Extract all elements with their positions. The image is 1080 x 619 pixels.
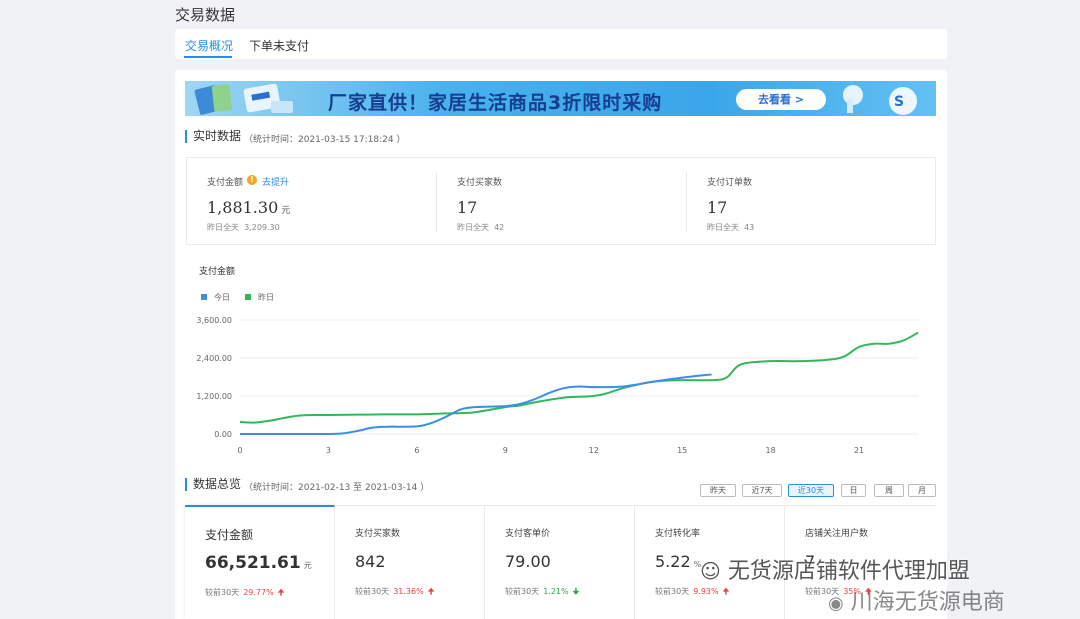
ov-value-text: 5.22 — [655, 552, 691, 571]
y-tick-label: 2,400.00 — [196, 354, 232, 363]
ov-label: 支付金额 — [205, 528, 254, 542]
x-tick-label: 0 — [237, 446, 242, 455]
x-tick-label: 6 — [414, 446, 419, 455]
arrow-up-icon: 🠉 — [427, 587, 435, 596]
range-month-button[interactable]: 月 — [908, 484, 936, 497]
cmp-label: 较前30天 — [505, 587, 540, 596]
arrow-up-icon: 🠉 — [722, 587, 730, 596]
overview-section-title: 数据总览 — [185, 478, 241, 491]
arrow-up-icon: 🠉 — [277, 588, 285, 597]
payment-amount-line-chart: 0.00 1,200.00 2,400.00 3,600.00 0 3 6 9 12 15 18 21 — [196, 316, 919, 455]
watermark-text: 川海无货源电商 — [850, 590, 1005, 615]
cmp-value: 31.36% — [393, 587, 424, 596]
series-line-yesterday — [239, 331, 919, 424]
x-tick-label: 9 — [503, 446, 508, 455]
cmp-value: 1.21% — [543, 587, 569, 596]
watermark-text: 无货源店铺软件代理加盟 — [727, 559, 970, 584]
ov-value: 5.22% — [655, 552, 701, 571]
weibo-icon: ◉ — [828, 593, 844, 614]
range-day-button[interactable]: 日 — [841, 484, 866, 497]
cmp-label: 较前30天 — [205, 588, 240, 597]
ov-unit: 元 — [303, 561, 312, 570]
ov-label: 店铺关注用户数 — [805, 529, 869, 539]
y-tick-label: 0.00 — [214, 430, 232, 439]
x-tick-label: 18 — [766, 446, 776, 455]
ov-compare: 较前30天 29.77% 🠉 — [205, 587, 284, 601]
ov-label: 支付买家数 — [355, 529, 401, 539]
overview-card-buyers[interactable]: 支付买家数 842 较前30天 31.36% 🠉 — [335, 505, 485, 619]
ov-label: 支付客单价 — [505, 529, 551, 539]
ov-compare: 较前30天 1.21% 🠋 — [505, 586, 579, 600]
arrow-down-icon: 🠋 — [572, 587, 580, 596]
ov-value: 842 — [355, 552, 386, 571]
x-tick-label: 3 — [326, 446, 331, 455]
cmp-label: 较前30天 — [355, 587, 390, 596]
ov-compare: 较前30天 9.93% 🠉 — [655, 586, 729, 600]
wechat-icon: ☺ — [700, 559, 721, 583]
range-30days-button[interactable]: 近30天 — [788, 484, 834, 497]
overview-stat-time: （统计时间：2021-02-13 至 2021-03-14 ） — [244, 483, 430, 493]
watermark-weibo: ◉ 川海无货源电商 — [828, 584, 1005, 616]
range-week-button[interactable]: 周 — [874, 484, 904, 497]
overview-card-pay-amount[interactable]: 支付金额 66,521.61 元 较前30天 29.77% 🠉 — [185, 505, 335, 619]
x-tick-label: 12 — [589, 446, 599, 455]
watermark-wechat: ☺ 无货源店铺软件代理加盟 — [700, 553, 970, 585]
x-tick-label: 15 — [677, 446, 687, 455]
ov-value: 79.00 — [505, 552, 551, 571]
range-yesterday-button[interactable]: 昨天 — [700, 484, 736, 497]
ov-value: 66,521.61 元 — [205, 553, 312, 573]
cmp-value: 9.93% — [693, 587, 719, 596]
ov-label: 支付转化率 — [655, 529, 701, 539]
y-tick-label: 3,600.00 — [196, 316, 232, 325]
ov-value-text: 66,521.61 — [205, 553, 301, 573]
series-line-today — [240, 373, 712, 436]
range-7days-button[interactable]: 近7天 — [742, 484, 782, 497]
overview-card-avg-price[interactable]: 支付客单价 79.00 较前30天 1.21% 🠋 — [485, 505, 635, 619]
y-tick-label: 1,200.00 — [196, 392, 232, 401]
x-tick-label: 21 — [854, 446, 864, 455]
cmp-value: 29.77% — [243, 588, 274, 597]
ov-compare: 较前30天 31.36% 🠉 — [355, 586, 434, 600]
cmp-label: 较前30天 — [655, 587, 690, 596]
